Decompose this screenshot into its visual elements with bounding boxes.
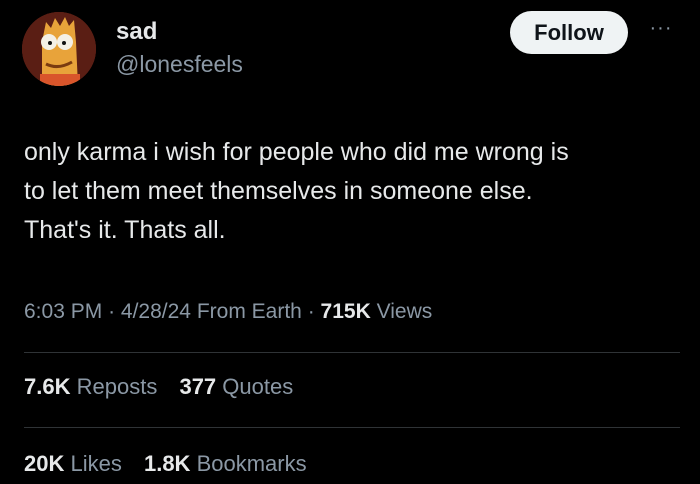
bookmarks-label: Bookmarks: [196, 451, 307, 476]
meta-separator: ·: [108, 300, 116, 323]
tweet-text-line: only karma i wish for people who did me …: [24, 138, 569, 166]
tweet-meta: 6:03 PM · 4/28/24 From Earth · 715K View…: [24, 300, 432, 324]
divider: [24, 427, 680, 428]
bookmarks-count: 1.8K: [143, 451, 191, 476]
quotes-count: 377: [179, 374, 217, 399]
tweet-text: only karma i wish for people who did me …: [24, 133, 684, 250]
more-icon[interactable]: ···: [646, 18, 676, 42]
likes-count: 20K: [24, 451, 65, 476]
engagement-row-1: 7.6K Reposts 377 Quotes: [24, 374, 309, 400]
divider: [24, 352, 680, 353]
quotes-stat[interactable]: 377 Quotes: [179, 374, 293, 399]
tweet-time[interactable]: 6:03 PM: [24, 300, 102, 323]
avatar[interactable]: [22, 12, 96, 86]
tweet-text-line: to let them meet themselves in someone e…: [24, 177, 533, 205]
cartoon-avatar-icon: [22, 12, 96, 86]
user-handle[interactable]: @lonesfeels: [116, 51, 243, 78]
reposts-count: 7.6K: [24, 374, 71, 399]
quotes-label: Quotes: [222, 374, 294, 399]
tweet-source: From Earth: [196, 300, 302, 323]
likes-stat[interactable]: 20K Likes: [24, 451, 128, 476]
reposts-label: Reposts: [76, 374, 158, 399]
follow-button[interactable]: Follow: [510, 11, 628, 54]
views-count: 715K: [320, 300, 371, 323]
bookmarks-stat[interactable]: 1.8K Bookmarks: [144, 451, 307, 476]
reposts-stat[interactable]: 7.6K Reposts: [24, 374, 163, 399]
likes-label: Likes: [70, 451, 122, 476]
engagement-row-2: 20K Likes 1.8K Bookmarks: [24, 451, 323, 477]
meta-separator: ·: [307, 300, 315, 323]
views-label: Views: [376, 300, 433, 323]
tweet-text-line: That's it. Thats all.: [24, 216, 226, 244]
tweet-date[interactable]: 4/28/24: [121, 300, 191, 323]
display-name[interactable]: sad: [116, 18, 157, 46]
